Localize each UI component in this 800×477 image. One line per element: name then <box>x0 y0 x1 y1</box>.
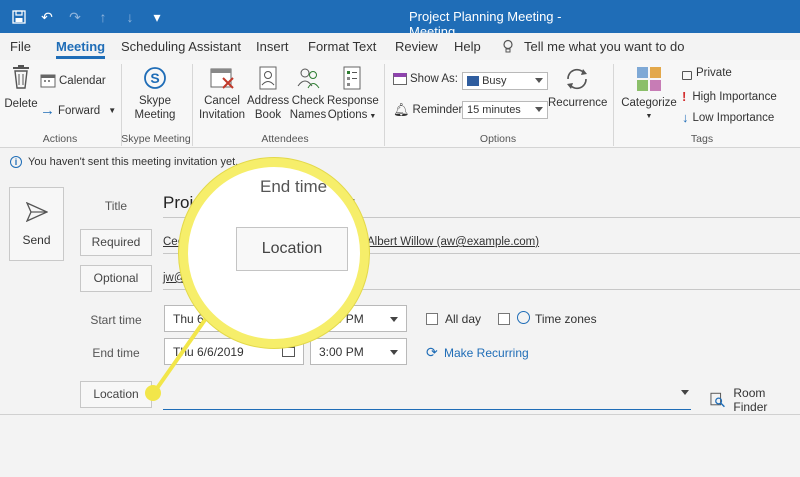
tell-me-search[interactable]: Tell me what you want to do <box>524 39 684 54</box>
tab-help[interactable]: Help <box>454 39 481 54</box>
chevron-down-icon[interactable] <box>681 390 689 395</box>
recurrence-icon <box>567 68 587 90</box>
send-button[interactable]: Send <box>9 187 64 261</box>
response-options-icon <box>343 66 361 90</box>
check-names-icon <box>297 68 320 89</box>
private-button[interactable]: Private <box>682 67 732 80</box>
required-button[interactable]: Required <box>80 229 152 256</box>
end-time-select[interactable]: 3:00 PM <box>310 338 407 365</box>
ribbon-divider <box>192 64 193 146</box>
title-bar: ↶ ↷ ↑ ↓ ▾ Project Planning Meeting - Mee… <box>0 0 800 39</box>
required-attendee-albert[interactable]: Albert Willow (aw@example.com) <box>367 236 539 248</box>
show-as-icon <box>393 73 407 85</box>
forward-arrow-icon: → <box>40 102 55 119</box>
reminder-select[interactable]: 15 minutes <box>462 101 548 119</box>
time-zones-label: Time zones <box>535 312 597 326</box>
chevron-down-icon <box>535 107 543 112</box>
all-day-checkbox[interactable] <box>426 313 438 325</box>
location-input[interactable] <box>163 409 691 410</box>
bell-icon: 🔔︎ <box>393 102 410 117</box>
cancel-invitation-button[interactable]: Cancel Invitation <box>197 66 247 122</box>
svg-text:S: S <box>150 70 159 86</box>
exclamation-icon: ! <box>682 89 687 104</box>
customize-toolbar-icon[interactable]: ▾ <box>148 8 166 26</box>
tab-file[interactable]: File <box>10 39 31 54</box>
magnified-location-button: Location <box>236 227 348 271</box>
chevron-down-icon <box>390 350 398 355</box>
forward-button[interactable]: → Forward ▼ <box>40 102 116 119</box>
send-icon <box>25 201 49 223</box>
calendar-button[interactable]: Calendar <box>40 73 106 88</box>
show-as-select[interactable]: Busy <box>462 72 548 90</box>
info-bar: i You haven't sent this meeting invitati… <box>0 150 800 174</box>
group-label-actions: Actions <box>42 133 78 145</box>
group-label-attendees: Attendees <box>261 133 309 145</box>
low-importance-button[interactable]: ↓ Low Importance <box>682 110 774 125</box>
form-divider <box>0 414 800 415</box>
location-button[interactable]: Location <box>80 381 152 408</box>
address-book-icon <box>259 66 277 90</box>
info-icon: i <box>10 156 22 168</box>
tab-scheduling-assistant[interactable]: Scheduling Assistant <box>121 39 241 54</box>
group-label-tags: Tags <box>690 133 714 145</box>
recurrence-icon: ⟳ <box>426 344 438 360</box>
tab-format-text[interactable]: Format Text <box>308 39 376 54</box>
cancel-calendar-icon <box>210 68 234 89</box>
ribbon-divider <box>613 64 614 146</box>
busy-color-swatch <box>467 76 479 87</box>
chevron-down-icon <box>390 317 398 322</box>
magnifier-callout: End time Location <box>179 158 369 348</box>
magnified-end-time-label: End time <box>260 177 328 196</box>
delete-button[interactable]: Delete <box>4 64 38 111</box>
lightbulb-icon <box>501 39 515 56</box>
title-label: Title <box>104 199 128 213</box>
tab-meeting[interactable]: Meeting <box>56 39 106 59</box>
calendar-icon <box>40 74 56 88</box>
tab-insert[interactable]: Insert <box>256 39 289 54</box>
group-label-skype: Skype Meeting <box>121 133 191 145</box>
callout-pointer-dot <box>145 385 161 401</box>
room-finder-button[interactable]: Room Finder <box>710 386 800 414</box>
globe-icon <box>517 311 530 324</box>
categorize-button[interactable]: Categorize ▼ <box>618 66 680 124</box>
undo-icon[interactable]: ↶ <box>38 8 56 26</box>
chevron-down-icon: ▼ <box>645 113 653 120</box>
room-finder-icon <box>710 392 725 408</box>
redo-icon[interactable]: ↷ <box>66 8 84 26</box>
previous-item-icon[interactable]: ↑ <box>94 8 112 26</box>
all-day-label: All day <box>445 312 482 326</box>
ribbon: Delete Calendar → Forward ▼ Actions S Sk… <box>0 60 800 148</box>
tab-review[interactable]: Review <box>395 39 438 54</box>
high-importance-button[interactable]: ! High Importance <box>682 89 777 104</box>
group-label-options: Options <box>479 133 517 145</box>
skype-meeting-button[interactable]: S Skype Meeting <box>132 66 178 122</box>
ribbon-divider <box>384 64 385 146</box>
recurrence-button[interactable]: Recurrence <box>548 66 607 110</box>
arrow-down-icon: ↓ <box>682 110 689 125</box>
start-time-label: Start time <box>90 313 142 327</box>
next-item-icon[interactable]: ↓ <box>121 8 139 26</box>
end-time-label: End time <box>92 346 140 360</box>
make-recurring-link[interactable]: Make Recurring <box>444 346 529 360</box>
categorize-icon <box>637 67 661 91</box>
skype-icon: S <box>144 67 166 89</box>
reminder-label: 🔔︎ Reminder: <box>393 102 466 117</box>
trash-icon <box>13 65 29 89</box>
response-options-button[interactable]: Response Options ▼ <box>327 66 379 124</box>
chevron-down-icon: ▼ <box>108 106 117 115</box>
check-names-button[interactable]: Check Names <box>289 66 327 122</box>
show-as-label: Show As: <box>393 73 458 85</box>
time-zones-checkbox[interactable] <box>498 313 510 325</box>
optional-button[interactable]: Optional <box>80 265 152 292</box>
lock-icon <box>682 70 692 80</box>
chevron-down-icon: ▼ <box>367 113 377 120</box>
save-icon[interactable] <box>10 8 28 26</box>
address-book-button[interactable]: Address Book <box>247 66 289 122</box>
chevron-down-icon <box>535 78 543 83</box>
menu-bar: File Meeting Scheduling Assistant Insert… <box>0 33 800 60</box>
